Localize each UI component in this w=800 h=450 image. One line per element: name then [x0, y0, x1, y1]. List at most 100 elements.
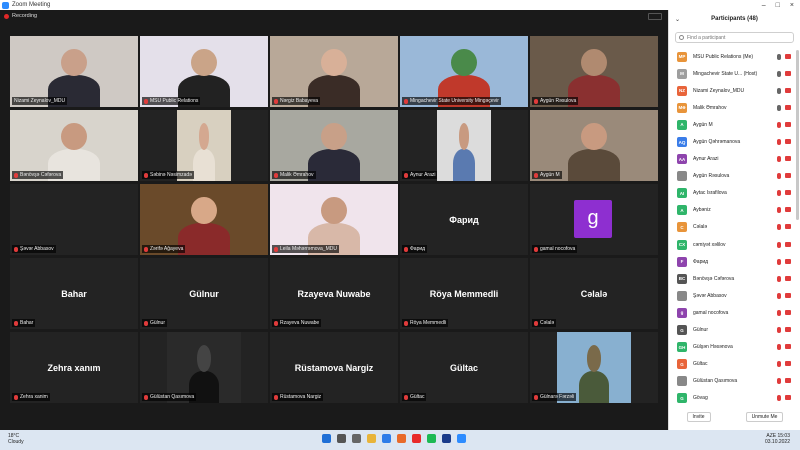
- participant-row[interactable]: g gamal nocofova: [669, 304, 795, 321]
- participant-name: Nizami Zeynalov_MDU: [693, 87, 745, 94]
- tile-name-label: Nərgiz Babayeva: [272, 97, 321, 105]
- task-view-icon[interactable]: [352, 434, 361, 443]
- participant-row[interactable]: AA Aynur Arazi: [669, 151, 795, 168]
- participant-tile[interactable]: Zərifə Ağayeva: [140, 184, 268, 255]
- invite-button[interactable]: Invite: [686, 412, 711, 422]
- participant-row[interactable]: CX cəmiyət xəlilov: [669, 236, 795, 253]
- participant-tile[interactable]: Röya Memmedli Röya Memmedli: [400, 258, 528, 329]
- edge-icon[interactable]: [382, 434, 391, 443]
- tile-display-name: Rzayeva Nuwabe: [297, 288, 371, 299]
- mic-muted-icon: [534, 320, 538, 326]
- participant-row[interactable]: MƏ Malik Əmrahov: [669, 99, 795, 116]
- participant-row[interactable]: Şəvər Abbasov: [669, 287, 795, 304]
- chevron-down-icon[interactable]: ⌄: [675, 16, 680, 23]
- view-toggle-button[interactable]: [648, 13, 662, 20]
- participant-row[interactable]: A Aygün M: [669, 116, 795, 133]
- participant-row[interactable]: G Gövag: [669, 390, 795, 407]
- participant-row[interactable]: AI Aytac İsrafilova: [669, 185, 795, 202]
- camera-off-icon: [785, 156, 791, 162]
- tile-name-text: Nərgiz Babayeva: [280, 98, 319, 104]
- participant-row[interactable]: MP MSU Public Relations (Me): [669, 48, 795, 65]
- participant-tile[interactable]: Mingachevir State University Mingəçevir: [400, 36, 528, 107]
- participant-status-icons: [777, 309, 795, 316]
- participant-row[interactable]: M Mingachevir State U... (Host): [669, 65, 795, 82]
- recording-indicator[interactable]: Recording: [4, 13, 37, 19]
- participant-name: Aybəniz: [693, 207, 711, 214]
- mic-muted-icon: [404, 320, 408, 326]
- search-input[interactable]: [687, 34, 787, 41]
- start-icon[interactable]: [322, 434, 331, 443]
- tile-display-name: Gülnur: [189, 288, 219, 299]
- participant-status-icons: [777, 378, 795, 385]
- participant-tile[interactable]: Фарид Фарид: [400, 184, 528, 255]
- weather-widget[interactable]: 18°C Cloudy: [8, 433, 24, 445]
- tile-name-label: MSU Public Relations: [142, 97, 201, 105]
- spotify-icon[interactable]: [427, 434, 436, 443]
- participants-header: ⌄ Participants (48): [669, 10, 800, 28]
- participant-tile[interactable]: Rüstamova Nargiz Rüstamova Nargiz: [270, 332, 398, 403]
- video-gallery: Recording Nizami Zeynalov_MDU MSU Public …: [0, 10, 668, 430]
- maximize-icon[interactable]: □: [776, 2, 780, 9]
- unmute-me-button[interactable]: Unmute Me: [745, 412, 784, 422]
- tile-name-text: Zehra xanim: [20, 394, 48, 400]
- tile-name-label: Bənövşə Cəfərova: [12, 171, 64, 179]
- system-tray[interactable]: AZE 15:03 03.10.2022: [765, 433, 790, 445]
- participant-row[interactable]: AQ Aygün Qəhrəmanova: [669, 133, 795, 150]
- participant-tile[interactable]: Aygün Rəsulova: [530, 36, 658, 107]
- file-explorer-icon[interactable]: [367, 434, 376, 443]
- camera-off-icon: [785, 395, 791, 401]
- participant-tile[interactable]: Gülüstan Qasımova: [140, 332, 268, 403]
- mic-muted-icon: [777, 207, 781, 214]
- participant-tile[interactable]: Aygün M: [530, 110, 658, 181]
- participant-row[interactable]: F Фарид: [669, 253, 795, 270]
- photoshop-icon[interactable]: [442, 434, 451, 443]
- participant-tile[interactable]: Gülnarə Fərzəli: [530, 332, 658, 403]
- participant-row[interactable]: G Gülnur: [669, 322, 795, 339]
- tile-name-label: Rüstamova Nargiz: [272, 393, 324, 401]
- participant-tile[interactable]: Leila Məhərrəmova_MDU: [270, 184, 398, 255]
- participant-row[interactable]: A Aybəniz: [669, 202, 795, 219]
- tile-display-name: Rüstamova Nargiz: [294, 362, 374, 373]
- participant-tile[interactable]: Nizami Zeynalov_MDU: [10, 36, 138, 107]
- participants-scrollbar[interactable]: [796, 50, 799, 220]
- minimize-icon[interactable]: –: [762, 2, 766, 9]
- close-icon[interactable]: ×: [790, 2, 794, 9]
- firefox-icon[interactable]: [397, 434, 406, 443]
- participant-tile[interactable]: Bahar Bahar: [10, 258, 138, 329]
- tile-name-label: Nizami Zeynalov_MDU: [12, 97, 68, 105]
- avatar: MƏ: [677, 102, 687, 113]
- search-taskbar-icon[interactable]: [337, 434, 346, 443]
- participant-search[interactable]: [675, 32, 794, 43]
- participant-tile[interactable]: Zehra xanım Zehra xanim: [10, 332, 138, 403]
- participant-tile[interactable]: Malik Əmrahov: [270, 110, 398, 181]
- tile-name-text: Malik Əmrahov: [280, 172, 314, 178]
- participant-tile[interactable]: Bənövşə Cəfərova: [10, 110, 138, 181]
- participant-row[interactable]: G Gültac: [669, 356, 795, 373]
- participant-tile[interactable]: Aynur Arazi: [400, 110, 528, 181]
- participant-tile[interactable]: Cəlalə Cəlalə: [530, 258, 658, 329]
- brave-icon[interactable]: [412, 434, 421, 443]
- participant-row[interactable]: C Cəlalə: [669, 219, 795, 236]
- participant-tile[interactable]: MSU Public Relations: [140, 36, 268, 107]
- participant-tile[interactable]: Gültac Gültac: [400, 332, 528, 403]
- participant-row[interactable]: BC Bənövşə Cəfərova: [669, 270, 795, 287]
- participant-row[interactable]: Gülüstan Qasımova: [669, 373, 795, 390]
- clock-date: 03.10.2022: [764, 439, 790, 445]
- participant-row[interactable]: NZ Nizami Zeynalov_MDU: [669, 82, 795, 99]
- camera-off-icon: [785, 104, 791, 110]
- camera-off-icon: [785, 378, 791, 384]
- participant-tile[interactable]: Gülnur Gülnur: [140, 258, 268, 329]
- participant-row[interactable]: GH Gülşən Həsənova: [669, 339, 795, 356]
- tile-name-label: Gülüstan Qasımova: [142, 393, 197, 401]
- participant-row[interactable]: Aygün Rəsulova: [669, 168, 795, 185]
- participant-tile[interactable]: Şəvər Abbasov: [10, 184, 138, 255]
- zoom-taskbar-icon[interactable]: [457, 434, 466, 443]
- participant-tile[interactable]: Rzayeva Nuwabe Rzayeva Nuwabe: [270, 258, 398, 329]
- tile-name-label: Səbinə Nəsimzadə: [142, 171, 194, 179]
- tile-name-text: Aygün Rəsulova: [540, 98, 577, 104]
- participant-tile[interactable]: Nərgiz Babayeva: [270, 36, 398, 107]
- camera-off-icon: [785, 207, 791, 213]
- participant-status-icons: [777, 327, 795, 334]
- participant-tile[interactable]: g gamal nocofova: [530, 184, 658, 255]
- participant-tile[interactable]: Səbinə Nəsimzadə: [140, 110, 268, 181]
